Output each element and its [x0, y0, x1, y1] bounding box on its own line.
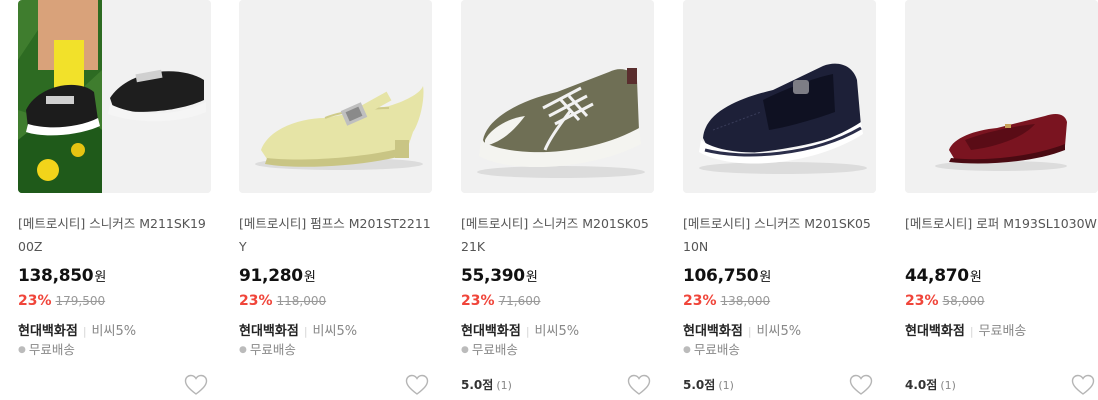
sale-price: 106,750원: [683, 266, 771, 286]
divider: |: [303, 325, 308, 338]
card-benefit: 비씨5%: [312, 324, 358, 339]
burgundy-loafer-image: [905, 0, 1098, 193]
original-price: 138,000: [720, 294, 771, 308]
khaki-sneaker-image: [461, 0, 654, 193]
discount-row: 23% 179,500: [18, 293, 105, 309]
sale-price: 138,850원: [18, 266, 106, 286]
card-benefit: 비씨5%: [756, 324, 802, 339]
rating-score: 5.0점: [683, 378, 716, 392]
shipping-info: ● 무료배송: [683, 339, 740, 358]
store-row: 현대백화점 | 비씨5%: [461, 320, 579, 339]
divider: |: [525, 325, 530, 338]
store-row: 현대백화점 | 무료배송: [905, 320, 1026, 339]
currency-unit: 원: [525, 270, 538, 285]
product-card[interactable]: [메트로시티] 스니커즈 M201SK0521K 55,390원 23% 71,6…: [461, 0, 654, 400]
product-grid: [메트로시티] 스니커즈 M211SK1900Z 138,850원 23% 179…: [0, 0, 1098, 400]
product-image[interactable]: [461, 0, 654, 193]
discount-row: 23% 138,000: [683, 293, 770, 309]
sale-price: 91,280원: [239, 266, 316, 286]
price-amount: 138,850: [18, 266, 94, 286]
shipping-label: 무료배송: [471, 342, 518, 357]
heart-outline-icon[interactable]: [627, 374, 651, 396]
divider: |: [747, 325, 752, 338]
heart-outline-icon[interactable]: [405, 374, 429, 396]
shipping-info: ● 무료배송: [18, 339, 75, 358]
store-name: 현대백화점: [461, 324, 521, 339]
original-price: 58,000: [942, 294, 985, 308]
discount-rate: 23%: [18, 293, 52, 309]
product-card[interactable]: [메트로시티] 펌프스 M201ST2211Y 91,280원 23% 118,0…: [239, 0, 432, 400]
product-image[interactable]: [683, 0, 876, 193]
review-count: (1): [940, 379, 956, 392]
card-benefit: 비씨5%: [91, 324, 137, 339]
store-name: 현대백화점: [683, 324, 743, 339]
heart-outline-icon[interactable]: [849, 374, 873, 396]
divider: |: [969, 325, 974, 338]
discount-rate: 23%: [461, 293, 495, 309]
divider: |: [82, 325, 87, 338]
currency-unit: 원: [759, 270, 772, 285]
navy-sneaker-image: [683, 0, 876, 193]
yellow-pumps-image: [239, 0, 432, 193]
price-amount: 55,390: [461, 266, 525, 286]
rating: 5.0점 (1): [683, 376, 734, 393]
sale-price: 55,390원: [461, 266, 538, 286]
discount-row: 23% 71,600: [461, 293, 541, 309]
product-title[interactable]: [메트로시티] 스니커즈 M211SK1900Z: [18, 212, 211, 258]
store-name: 현대백화점: [18, 324, 78, 339]
review-count: (1): [496, 379, 512, 392]
bullet-icon: ●: [18, 345, 26, 355]
price-amount: 44,870: [905, 266, 969, 286]
discount-rate: 23%: [683, 293, 717, 309]
product-image[interactable]: [239, 0, 432, 193]
rating: 5.0점 (1): [461, 376, 512, 393]
product-card[interactable]: [메트로시티] 스니커즈 M201SK0510N 106,750원 23% 138…: [683, 0, 876, 400]
store-row: 현대백화점 | 비씨5%: [239, 320, 357, 339]
product-title[interactable]: [메트로시티] 로퍼 M193SL1030W: [905, 212, 1098, 235]
original-price: 179,500: [55, 294, 106, 308]
product-image[interactable]: [18, 0, 211, 193]
discount-row: 23% 58,000: [905, 293, 985, 309]
heart-outline-icon[interactable]: [1071, 374, 1095, 396]
shipping-info: ● 무료배송: [239, 339, 296, 358]
store-name: 현대백화점: [239, 324, 299, 339]
rating: 4.0점 (1): [905, 376, 956, 393]
product-card[interactable]: [메트로시티] 로퍼 M193SL1030W 44,870원 23% 58,000…: [905, 0, 1098, 400]
store-row: 현대백화점 | 비씨5%: [683, 320, 801, 339]
bullet-icon: ●: [683, 345, 691, 355]
shipping-info: ● 무료배송: [461, 339, 518, 358]
discount-rate: 23%: [239, 293, 273, 309]
black-sneaker-lifestyle-image: [18, 0, 211, 193]
rating-score: 5.0점: [461, 378, 494, 392]
card-benefit: 비씨5%: [534, 324, 580, 339]
review-count: (1): [718, 379, 734, 392]
product-card[interactable]: [메트로시티] 스니커즈 M211SK1900Z 138,850원 23% 179…: [18, 0, 211, 400]
original-price: 118,000: [276, 294, 327, 308]
product-image[interactable]: [905, 0, 1098, 193]
bullet-icon: ●: [239, 345, 247, 355]
discount-rate: 23%: [905, 293, 939, 309]
bullet-icon: ●: [461, 345, 469, 355]
shipping-label: 무료배송: [28, 342, 75, 357]
shipping-label: 무료배송: [693, 342, 740, 357]
product-title[interactable]: [메트로시티] 스니커즈 M201SK0521K: [461, 212, 654, 258]
store-name: 현대백화점: [905, 324, 965, 339]
rating-score: 4.0점: [905, 378, 938, 392]
currency-unit: 원: [94, 270, 107, 285]
product-title[interactable]: [메트로시티] 스니커즈 M201SK0510N: [683, 212, 876, 258]
price-amount: 91,280: [239, 266, 303, 286]
shipping-label: 무료배송: [978, 324, 1027, 339]
sale-price: 44,870원: [905, 266, 982, 286]
store-row: 현대백화점 | 비씨5%: [18, 320, 136, 339]
currency-unit: 원: [303, 270, 316, 285]
product-title[interactable]: [메트로시티] 펌프스 M201ST2211Y: [239, 212, 432, 258]
price-amount: 106,750: [683, 266, 759, 286]
currency-unit: 원: [969, 270, 982, 285]
shipping-label: 무료배송: [249, 342, 296, 357]
heart-outline-icon[interactable]: [184, 374, 208, 396]
original-price: 71,600: [498, 294, 541, 308]
discount-row: 23% 118,000: [239, 293, 326, 309]
